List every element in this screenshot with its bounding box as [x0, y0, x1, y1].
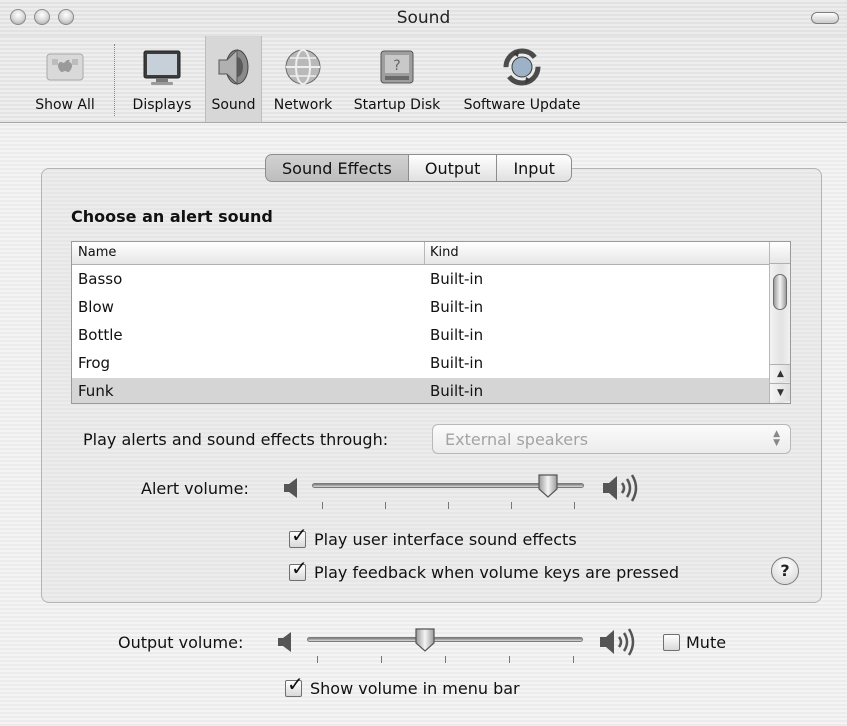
volume-feedback-label: Play feedback when volume keys are press… — [314, 563, 679, 582]
speaker-quiet-icon — [278, 632, 291, 652]
toolbar-item-software-update[interactable]: Software Update — [456, 36, 588, 122]
slider-knob[interactable] — [537, 473, 559, 499]
toolbar-item-startup-disk[interactable]: ? Startup Disk — [346, 36, 448, 122]
ui-sound-effects-label: Play user interface sound effects — [314, 530, 577, 549]
output-volume-slider[interactable] — [307, 627, 583, 669]
table-header: Name Kind — [72, 242, 769, 265]
output-volume-label: Output volume: — [118, 633, 244, 652]
column-header-name[interactable]: Name — [78, 245, 116, 260]
display-icon — [143, 50, 181, 85]
alert-volume-slider[interactable] — [312, 473, 584, 515]
toolbar-item-sound[interactable]: Sound — [205, 36, 262, 122]
toolbar-separator — [114, 44, 115, 116]
table-row[interactable]: Bottle Built-in — [72, 322, 769, 350]
speaker-loud-icon — [603, 474, 638, 502]
sound-name: Basso — [78, 270, 123, 288]
scroll-up-arrow-icon[interactable]: ▲ — [770, 364, 790, 382]
slider-tick — [448, 502, 449, 509]
slider-tick — [574, 502, 575, 509]
apple-logo-icon — [46, 53, 84, 81]
header-corner — [769, 242, 790, 264]
checkmark-icon: ✓ — [287, 672, 304, 696]
toolbar-label: Displays — [132, 97, 192, 113]
toolbar-item-network[interactable]: Network — [267, 36, 339, 122]
column-divider — [424, 242, 425, 264]
toolbar: Show All Displays Sound Network ? Startu… — [0, 36, 847, 123]
sound-name: Bottle — [78, 326, 123, 344]
toolbar-label: Software Update — [463, 97, 581, 113]
toolbar-label: Show All — [35, 97, 95, 113]
show-volume-menubar-label: Show volume in menu bar — [310, 679, 520, 698]
table-row[interactable]: Blow Built-in — [72, 294, 769, 322]
toolbar-label: Sound — [211, 97, 256, 113]
output-device-popup[interactable]: External speakers ▲ ▼ — [432, 424, 791, 454]
scroll-down-arrow-icon[interactable]: ▼ — [770, 383, 790, 401]
ui-sound-effects-checkbox[interactable]: ✓ — [289, 525, 308, 548]
popup-arrows-icon: ▲ ▼ — [773, 429, 780, 448]
mute-checkbox[interactable] — [663, 634, 680, 651]
slider-tick — [385, 502, 386, 509]
slider-tick — [322, 502, 323, 509]
speaker-icon — [218, 48, 248, 86]
toolbar-label: Network — [273, 97, 333, 113]
table-row[interactable]: Frog Built-in — [72, 350, 769, 378]
title-bar: Sound — [0, 0, 847, 37]
tab-output[interactable]: Output — [408, 154, 498, 182]
slider-tick — [511, 502, 512, 509]
slider-tick — [317, 656, 318, 663]
slider-tick — [573, 656, 574, 663]
update-icon — [503, 48, 541, 86]
svg-text:?: ? — [393, 58, 400, 74]
tab-sound-effects[interactable]: Sound Effects — [265, 154, 409, 182]
sound-kind: Built-in — [430, 298, 484, 316]
disk-icon: ? — [380, 50, 414, 84]
sound-kind: Built-in — [430, 354, 484, 372]
table-row[interactable]: Basso Built-in — [72, 266, 769, 294]
alert-volume-label: Alert volume: — [141, 479, 249, 498]
sound-kind: Built-in — [430, 326, 484, 344]
sound-name: Funk — [78, 382, 114, 400]
vertical-scrollbar[interactable]: ▲ ▼ — [769, 264, 790, 403]
alert-sound-heading: Choose an alert sound — [71, 207, 273, 226]
tab-bar: Sound Effects Output Input — [265, 154, 572, 182]
help-button[interactable]: ? — [771, 557, 799, 585]
show-volume-menubar-checkbox[interactable]: ✓ — [285, 674, 304, 697]
tab-input[interactable]: Input — [497, 154, 572, 182]
play-through-label: Play alerts and sound effects through: — [83, 430, 389, 449]
window-title: Sound — [396, 8, 451, 28]
sound-kind: Built-in — [430, 382, 484, 400]
slider-tick — [509, 656, 510, 663]
sound-name: Frog — [78, 354, 111, 372]
table-row-selected[interactable]: Funk Built-in — [72, 378, 769, 403]
alert-sound-table: Name Kind Basso Built-in Blow Built-in B… — [71, 241, 791, 404]
slider-knob[interactable] — [414, 627, 436, 653]
sound-kind: Built-in — [430, 270, 484, 288]
checkmark-icon: ✓ — [291, 556, 308, 580]
speaker-quiet-icon — [284, 478, 297, 498]
sound-name: Blow — [78, 298, 114, 316]
mute-label: Mute — [686, 633, 727, 652]
globe-icon — [285, 49, 321, 85]
column-header-kind[interactable]: Kind — [430, 245, 459, 260]
slider-track[interactable] — [307, 637, 583, 642]
slider-tick — [445, 656, 446, 663]
toolbar-toggle-button[interactable] — [811, 12, 839, 24]
volume-feedback-checkbox[interactable]: ✓ — [289, 558, 308, 581]
scrollbar-thumb[interactable] — [773, 274, 787, 310]
toolbar-item-show-all[interactable]: Show All — [22, 36, 108, 122]
speaker-loud-icon — [600, 628, 635, 656]
output-device-value: External speakers — [445, 430, 589, 449]
slider-tick — [381, 656, 382, 663]
checkmark-icon: ✓ — [291, 523, 308, 547]
toolbar-label: Startup Disk — [353, 97, 441, 113]
toolbar-item-displays[interactable]: Displays — [126, 36, 198, 122]
